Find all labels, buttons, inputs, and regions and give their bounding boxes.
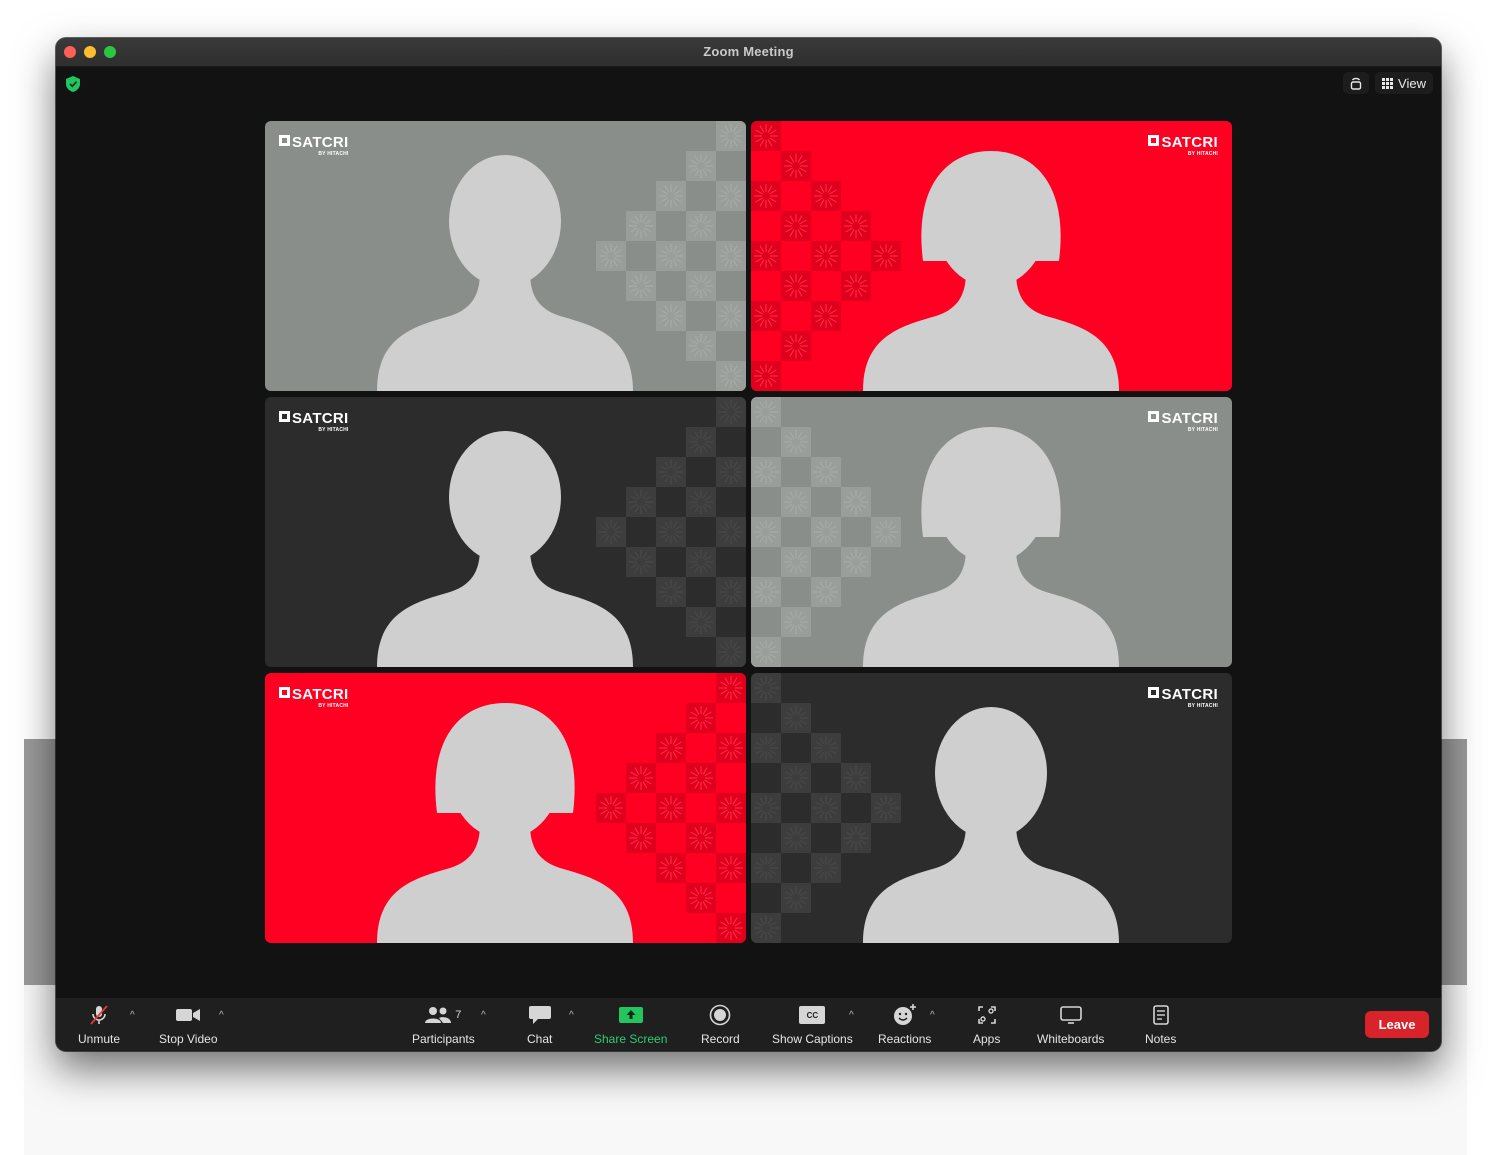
window-title: Zoom Meeting xyxy=(703,44,794,59)
leave-button[interactable]: Leave xyxy=(1365,1011,1429,1038)
grid-view-icon xyxy=(1382,77,1394,89)
satcri-logo: SATCRI BY HITACHI xyxy=(1148,687,1218,709)
apps-icon xyxy=(977,1006,996,1024)
whiteboards-button[interactable]: Whiteboards xyxy=(1037,1004,1104,1046)
show-captions-label: Show Captions xyxy=(772,1032,853,1046)
satcri-wordmark: SATCRI xyxy=(292,410,349,427)
apps-label: Apps xyxy=(973,1032,1001,1046)
satcri-mark-icon xyxy=(1148,135,1160,146)
satcri-wordmark: SATCRI xyxy=(292,686,349,703)
stop-video-label: Stop Video xyxy=(159,1032,218,1046)
tile-background xyxy=(265,121,746,391)
stop-video-button[interactable]: Stop Video xyxy=(159,1004,218,1046)
avatar-silhouette-head xyxy=(449,155,561,287)
satcri-wordmark: SATCRI xyxy=(1161,686,1218,703)
video-tile[interactable]: SATCRI BY HITACHI xyxy=(265,121,746,391)
satcri-wordmark: SATCRI xyxy=(1161,410,1218,427)
reactions-button[interactable]: Reactions xyxy=(878,1004,931,1046)
immersive-toggle-button[interactable] xyxy=(1343,72,1370,94)
satcri-byline: BY HITACHI xyxy=(318,427,349,433)
record-label: Record xyxy=(701,1032,740,1046)
satcri-byline: BY HITACHI xyxy=(1187,151,1218,157)
tile-background xyxy=(751,121,1232,391)
satcri-mark-icon xyxy=(1148,411,1160,422)
satcri-byline: BY HITACHI xyxy=(1187,703,1218,709)
video-tile[interactable]: SATCRI BY HITACHI xyxy=(751,673,1232,943)
top-right-controls: View xyxy=(1343,72,1433,94)
add-reaction-icon xyxy=(893,1004,916,1025)
share-screen-icon xyxy=(618,1007,643,1023)
satcri-logo: SATCRI BY HITACHI xyxy=(279,411,349,433)
satcri-byline: BY HITACHI xyxy=(318,151,349,157)
satcri-mark-icon xyxy=(1148,687,1160,698)
participants-options-caret[interactable]: ^ xyxy=(481,1010,486,1021)
chat-bubble-icon xyxy=(528,1006,551,1024)
tile-background xyxy=(265,673,746,943)
video-options-caret[interactable]: ^ xyxy=(219,1010,224,1021)
video-grid: SATCRI BY HITACHI SATCRI BY HITACHI SATCRI… xyxy=(265,121,1232,944)
video-tile[interactable]: SATCRI BY HITACHI xyxy=(751,121,1232,391)
zoom-window: Zoom Meeting View SATCRI BY HITACHI SATCR… xyxy=(56,38,1441,1051)
satcri-byline: BY HITACHI xyxy=(318,703,349,709)
satcri-logo: SATCRI BY HITACHI xyxy=(279,687,349,709)
record-button[interactable]: Record xyxy=(701,1004,740,1046)
satcri-logo: SATCRI BY HITACHI xyxy=(1148,411,1218,433)
unmute-label: Unmute xyxy=(78,1032,121,1046)
captions-options-caret[interactable]: ^ xyxy=(849,1010,854,1021)
chat-label: Chat xyxy=(527,1032,553,1046)
satcri-mark-icon xyxy=(279,135,290,146)
notes-icon xyxy=(1152,1005,1169,1025)
camera-flip-icon xyxy=(1350,77,1362,90)
satcri-mark-icon xyxy=(279,411,290,422)
whiteboards-label: Whiteboards xyxy=(1037,1032,1105,1046)
tile-background xyxy=(751,397,1232,667)
whiteboard-icon xyxy=(1059,1006,1082,1024)
satcri-logo: SATCRI BY HITACHI xyxy=(279,135,349,157)
video-tile[interactable]: SATCRI BY HITACHI xyxy=(751,397,1232,667)
notes-button[interactable]: Notes xyxy=(1145,1004,1176,1046)
video-camera-icon xyxy=(176,1009,201,1021)
reactions-options-caret[interactable]: ^ xyxy=(930,1010,935,1021)
satcri-byline: BY HITACHI xyxy=(1187,427,1218,433)
closed-captions-icon: CC xyxy=(799,1006,826,1024)
record-icon xyxy=(710,1004,731,1026)
tile-background xyxy=(265,397,746,667)
avatar-silhouette-head xyxy=(449,431,561,563)
security-shield-icon[interactable] xyxy=(66,76,80,92)
apps-button[interactable]: Apps xyxy=(973,1004,1000,1046)
meeting-toolbar: Unmute ^ Stop Video ^ 7 Participants ^ C… xyxy=(56,998,1441,1051)
participants-icon xyxy=(425,1007,452,1023)
audio-options-caret[interactable]: ^ xyxy=(130,1010,135,1021)
captions-badge: CC xyxy=(806,1010,819,1020)
view-button[interactable]: View xyxy=(1375,72,1433,94)
share-screen-label: Share Screen xyxy=(594,1032,668,1046)
satcri-wordmark: SATCRI xyxy=(1161,134,1218,151)
reactions-label: Reactions xyxy=(878,1032,932,1046)
video-tile[interactable]: SATCRI BY HITACHI xyxy=(265,397,746,667)
muted-microphone-icon xyxy=(90,1005,108,1025)
participants-label: Participants xyxy=(412,1032,475,1046)
view-label: View xyxy=(1398,75,1426,91)
satcri-logo: SATCRI BY HITACHI xyxy=(1148,135,1218,157)
unmute-button[interactable]: Unmute xyxy=(78,1004,120,1046)
participants-button[interactable]: 7 Participants xyxy=(412,1004,475,1046)
tile-background xyxy=(751,673,1232,943)
chat-options-caret[interactable]: ^ xyxy=(569,1010,574,1021)
satcri-wordmark: SATCRI xyxy=(292,134,349,151)
avatar-silhouette-head xyxy=(935,707,1047,839)
title-bar[interactable]: Zoom Meeting xyxy=(56,38,1441,67)
notes-label: Notes xyxy=(1145,1032,1177,1046)
chat-button[interactable]: Chat xyxy=(527,1004,552,1046)
satcri-mark-icon xyxy=(279,687,290,698)
participant-count: 7 xyxy=(455,1009,462,1021)
show-captions-button[interactable]: CC Show Captions xyxy=(772,1004,853,1046)
video-tile[interactable]: SATCRI BY HITACHI xyxy=(265,673,746,943)
share-screen-button[interactable]: Share Screen xyxy=(594,1004,667,1046)
